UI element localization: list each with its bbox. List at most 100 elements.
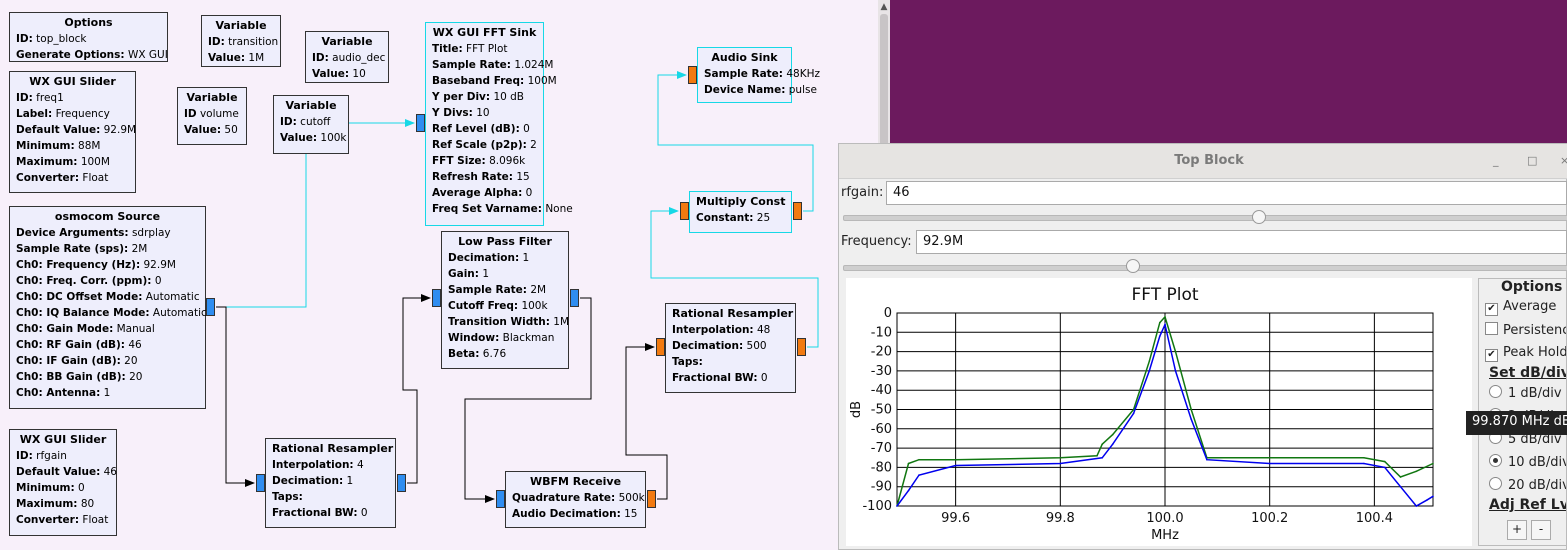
frequency-slider[interactable] [843,265,1567,271]
window-titlebar[interactable]: Top Block _ □ × [839,144,1567,179]
fft-plot-svg[interactable]: FFT Plot 99.6 99.8 100.0 100.2 100.4 0 -10 -20 -3… [846,278,1472,546]
options-block[interactable]: Options ID: top_block Generate Options: … [9,12,168,62]
frequency-field[interactable]: 92.9M [916,230,1567,254]
series-point-1 [1164,323,1166,326]
variable-volume-block[interactable]: Variable ID volume Value: 50 [177,87,247,145]
lpf-output-port[interactable] [570,289,579,307]
series-point-1 [1190,418,1192,420]
block-param-row: Interpolation: 4 [272,459,364,471]
block-param-row: Maximum: 100M [16,156,110,168]
resampler-2-output-port[interactable] [797,338,806,356]
peak-hold-check-icon[interactable]: ✔ [1485,349,1498,362]
average-check-icon[interactable]: ✔ [1485,303,1498,316]
block-param-row: Y Divs: 10 [432,107,490,119]
variable-transition-block[interactable]: Variable ID: transition Value: 1M [201,15,281,67]
scroll-up-arrow-icon[interactable]: ▲ [878,0,890,14]
block-param-row: Device Name: pulse [704,84,817,96]
slider-freq-block[interactable]: WX GUI Slider ID: freq1 Label: Frequency D… [9,71,136,193]
block-param-row: Sample Rate: 2M [448,284,547,296]
persistence-check-icon[interactable] [1485,322,1498,335]
series-point-0 [1432,462,1434,465]
series-point-1 [1399,485,1402,488]
block-param-row: Minimum: 88M [16,140,101,152]
rfgain-field[interactable]: 46 [886,181,1567,205]
db-div-radio[interactable]: 20 dB/div [1489,477,1566,493]
series-point-0 [1059,457,1062,459]
db-div-radio[interactable]: 10 dB/div [1489,454,1566,470]
block-param-row: Quadrature Rate: 500k [512,492,645,504]
lpf-input-port[interactable] [432,289,441,307]
series-point-0 [1148,360,1151,363]
block-param-row: Sample Rate: 48KHz [704,68,820,80]
block-param-row: Ch0: IQ Balance Mode: Automatic [16,307,207,319]
y-tick-label: -40 [871,383,892,398]
average-checkbox[interactable]: ✔ Average [1485,299,1556,316]
close-icon[interactable]: × [1560,154,1567,167]
series-point-1 [1415,505,1418,507]
rational-resampler-1-block[interactable]: Rational Resampler Interpolation: 4 Decim… [265,438,396,528]
variable-cutoff-block[interactable]: Variable ID: cutoff Value: 100k [273,95,349,154]
block-param-row: Sample Rate: 1.024M [432,59,554,71]
block-param-row: Minimum: 0 [16,482,85,494]
variable-audio-dec-block[interactable]: Variable ID: audio_dec Value: 10 [305,31,389,83]
radio-icon[interactable] [1489,454,1502,467]
resampler-1-output-port[interactable] [397,474,406,492]
fft-sink-input-port[interactable] [416,114,425,132]
rfgain-slider[interactable] [843,215,1567,221]
fft-plot-area[interactable]: FFT Plot 99.6 99.8 100.0 100.2 100.4 0 -10 -20 -3… [846,278,1472,546]
series-point-0 [1384,460,1386,463]
wbfm-input-port[interactable] [496,490,505,508]
maximize-icon[interactable]: □ [1527,154,1537,167]
peak-hold-checkbox[interactable]: ✔ Peak Hold [1485,345,1566,362]
plot-cursor-tooltip: 99.870 MHz dB [1466,411,1567,435]
fft-sink-block[interactable]: WX GUI FFT Sink Title: FFT Plot Sample Ra… [425,22,573,226]
osmocom-output-port[interactable] [206,298,215,316]
set-db-div-heading: Set dB/div [1489,365,1567,381]
osmocom-source-block[interactable]: osmocom Source Device Arguments: sdrplay… [9,206,207,409]
series-point-1 [1384,466,1386,469]
db-div-radio[interactable]: 1 dB/div [1489,385,1562,401]
persistence-checkbox[interactable]: Persistence [1485,322,1566,338]
ref-level-minus-button[interactable]: - [1531,520,1551,540]
series-point-0 [1399,476,1402,478]
radio-icon[interactable] [1489,385,1502,398]
series-point-1 [907,489,910,492]
block-param-row: Decimation: 1 [272,475,354,487]
multiply-const-input-port[interactable] [680,202,689,220]
multiply-const-block[interactable]: Multiply Const Constant: 25 [689,191,792,233]
audio-sink-block[interactable]: Audio Sink Sample Rate: 48KHz Device Name… [697,47,820,103]
x-tick-label: 99.8 [1046,511,1075,526]
slider-rfgain-block[interactable]: WX GUI Slider ID: rfgain Default Value: 4… [9,429,117,536]
y-axis-label: dB [849,401,864,418]
block-title: Options [64,16,113,29]
block-param-row: Ch0: DC Offset Mode: Automatic [16,291,200,303]
series-point-1 [1363,462,1365,465]
series-point-0 [1190,408,1192,411]
resampler-2-input-port[interactable] [656,338,665,356]
rational-resampler-2-block[interactable]: Rational Resampler Interpolation: 48 Deci… [665,303,796,393]
block-param-row: Decimation: 500 [672,340,767,352]
series-point-1 [1174,370,1177,372]
block-param-row: Audio Decimation: 15 [512,508,638,520]
block-param-row: Fractional BW: 0 [272,507,368,519]
y-tick-label: 0 [884,306,892,321]
block-param-row: Device Arguments: sdrplay [16,227,171,239]
series-point-0 [1363,457,1365,459]
block-param-row: Ch0: IF Gain (dB): 20 [16,355,138,367]
wbfm-receive-block[interactable]: WBFM Receive Quadrature Rate: 500k Audio … [505,471,646,528]
block-param-row: FFT Size: 8.096k [432,155,526,167]
resampler-1-input-port[interactable] [256,474,265,492]
block-param-row: ID: rfgain [16,450,67,462]
frequency-slider-knob[interactable] [1125,259,1140,273]
flowgraph-canvas[interactable]: Options ID: top_block Generate Options: … [0,0,878,550]
minimize-icon[interactable]: _ [1493,154,1499,167]
y-tick-label: -30 [871,364,892,379]
multiply-const-output-port[interactable] [793,202,802,220]
radio-icon[interactable] [1489,477,1502,490]
adj-ref-lvl-heading: Adj Ref Lvl [1489,497,1567,513]
ref-level-plus-button[interactable]: + [1507,520,1527,540]
rfgain-label: rfgain: [841,185,884,200]
audio-sink-input-port[interactable] [688,66,697,84]
wbfm-output-port[interactable] [647,490,656,508]
low-pass-filter-block[interactable]: Low Pass Filter Decimation: 1 Gain: 1 Samp… [441,231,569,369]
